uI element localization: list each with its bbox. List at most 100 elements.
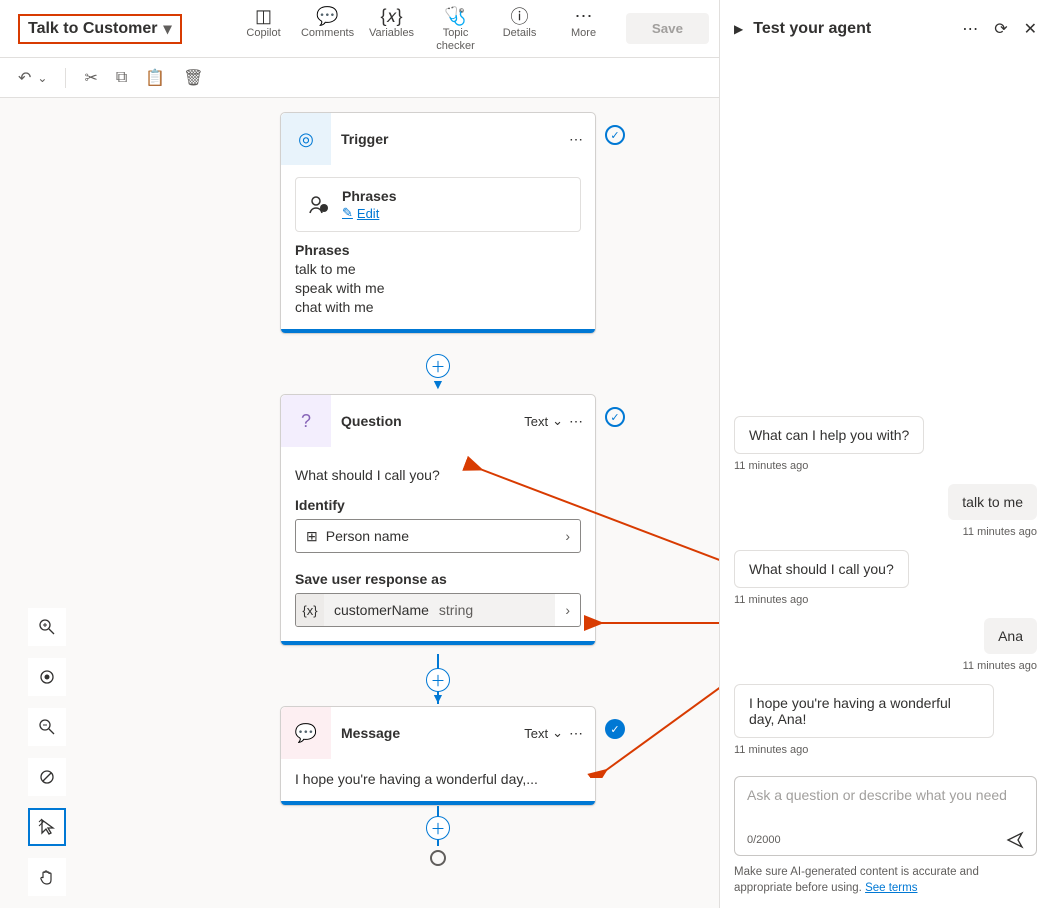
checkmark-filled-icon: ✓ (605, 719, 625, 739)
identify-picker[interactable]: ⊞ Person name › (295, 519, 581, 553)
timestamp: 11 minutes ago (734, 460, 808, 472)
topic-title: Talk to Customer (28, 20, 158, 38)
variable-type: string (439, 602, 473, 618)
variables-label: Variables (369, 27, 414, 39)
collapse-panel-button[interactable]: ▶ (734, 22, 743, 36)
more-label: More (571, 27, 596, 39)
comments-label: Comments (301, 27, 354, 39)
phrases-card: Phrases ✎Edit (295, 177, 581, 232)
user-message: talk to me (948, 484, 1037, 520)
comment-icon: 💬 (316, 5, 338, 27)
node-menu-button[interactable]: ⋯ (569, 725, 583, 742)
chevron-down-icon: ⌄ (552, 725, 563, 741)
phrases-heading: Phrases (295, 242, 581, 258)
question-icon: ? (281, 395, 331, 447)
bot-message: What should I call you? (734, 550, 909, 588)
save-as-label: Save user response as (295, 571, 581, 587)
comments-button[interactable]: 💬 Comments (306, 5, 350, 51)
canvas[interactable]: ◎ Trigger ⋯ Phrases ✎Edit Phrases (0, 98, 719, 908)
entity-icon: ⊞ (306, 528, 318, 545)
chat-icon: 💬 (281, 707, 331, 759)
details-button[interactable]: ⓘ Details (498, 5, 542, 51)
more-icon[interactable]: ⋯ (962, 19, 978, 39)
phrase-item: speak with me (295, 280, 581, 296)
pencil-icon: ✎ (342, 205, 353, 221)
topic-checker-button[interactable]: 🩺 Topicchecker (434, 5, 478, 51)
test-panel: ▶ Test your agent ⋯ ⟳ ✕ What can I help … (720, 0, 1051, 908)
user-message: Ana (984, 618, 1037, 654)
person-speech-icon (308, 194, 330, 216)
undo-button[interactable]: ↶ (18, 68, 31, 88)
separator (65, 68, 66, 88)
type-select[interactable]: Text⌄ (524, 725, 563, 741)
checkmark-icon: ✓ (605, 407, 625, 427)
action-bar: ↶ ⌄ ✂ ⧉ 📋 🗑 (0, 58, 719, 98)
bot-message: I hope you're having a wonderful day, An… (734, 684, 994, 738)
add-node-button[interactable]: ＋ (426, 354, 450, 378)
paste-button[interactable]: 📋 (145, 68, 165, 88)
close-icon[interactable]: ✕ (1024, 19, 1037, 39)
selection-tool-button[interactable] (28, 808, 66, 846)
reset-view-button[interactable] (28, 758, 66, 796)
phrase-item: chat with me (295, 299, 581, 315)
question-node[interactable]: ? Question Text⌄ ⋯ What should I call yo… (280, 394, 596, 646)
test-panel-title: Test your agent (753, 20, 946, 38)
more-button[interactable]: ⋯ More (562, 5, 606, 51)
info-icon: ⓘ (511, 5, 529, 27)
add-node-button[interactable]: ＋ (426, 816, 450, 840)
pan-tool-button[interactable] (28, 858, 66, 896)
cut-button[interactable]: ✂ (84, 68, 97, 88)
save-button[interactable]: Save (626, 13, 709, 44)
arrow-down-icon: ▼ (431, 376, 445, 392)
toolbar-group: ◫ Copilot 💬 Comments {𝑥} Variables 🩺 Top… (242, 5, 606, 51)
message-node[interactable]: 💬 Message Text⌄ ⋯ I hope you're having a… (280, 706, 596, 806)
chevron-down-icon: ▾ (164, 19, 172, 39)
lightbulb-icon: ◎ (281, 113, 331, 165)
topbar: Talk to Customer ▾ ◫ Copilot 💬 Comments … (0, 0, 719, 58)
topic-title-dropdown[interactable]: Talk to Customer ▾ (18, 14, 182, 44)
see-terms-link[interactable]: See terms (865, 882, 917, 894)
timestamp: 11 minutes ago (734, 744, 808, 756)
variable-picker[interactable]: {x} customerName string › (295, 593, 581, 627)
details-label: Details (503, 27, 537, 39)
undo-chevron-icon[interactable]: ⌄ (37, 71, 47, 85)
timestamp: 11 minutes ago (963, 526, 1037, 538)
chevron-down-icon: ⌄ (552, 413, 563, 429)
zoom-out-button[interactable] (28, 708, 66, 746)
node-menu-button[interactable]: ⋯ (569, 131, 583, 148)
delete-button[interactable]: 🗑 (183, 68, 203, 88)
send-button[interactable] (1006, 831, 1024, 849)
message-title: Message (341, 725, 524, 741)
char-counter: 0/2000 (747, 834, 781, 846)
copy-button[interactable]: ⧉ (116, 69, 127, 87)
refresh-icon[interactable]: ⟳ (994, 19, 1007, 39)
trigger-title: Trigger (341, 131, 569, 147)
fit-button[interactable] (28, 658, 66, 696)
copilot-icon: ◫ (255, 5, 272, 27)
chevron-right-icon: › (555, 602, 580, 618)
trigger-node[interactable]: ◎ Trigger ⋯ Phrases ✎Edit Phrases (280, 112, 596, 334)
variable-name: customerName (334, 602, 429, 618)
chevron-right-icon: › (565, 528, 570, 544)
variables-button[interactable]: {𝑥} Variables (370, 5, 414, 51)
copilot-button[interactable]: ◫ Copilot (242, 5, 286, 51)
type-select[interactable]: Text⌄ (524, 413, 563, 429)
identify-label: Identify (295, 497, 581, 513)
edit-phrases-link[interactable]: ✎Edit (342, 205, 379, 221)
end-node (430, 850, 446, 866)
chat-input-placeholder: Ask a question or describe what you need (747, 787, 1024, 827)
variable-brace-icon: {x} (296, 594, 324, 626)
checkmark-icon: ✓ (605, 125, 625, 145)
zoom-in-button[interactable] (28, 608, 66, 646)
question-title: Question (341, 413, 524, 429)
question-prompt[interactable]: What should I call you? (295, 459, 581, 491)
message-text[interactable]: I hope you're having a wonderful day,... (295, 771, 581, 787)
chat-input[interactable]: Ask a question or describe what you need… (734, 776, 1037, 856)
arrow-down-icon: ▼ (431, 690, 445, 706)
stethoscope-icon: 🩺 (444, 5, 466, 27)
add-node-button[interactable]: ＋ (426, 668, 450, 692)
chat-area: What can I help you with? 11 minutes ago… (720, 58, 1051, 856)
node-menu-button[interactable]: ⋯ (569, 413, 583, 430)
test-panel-header: ▶ Test your agent ⋯ ⟳ ✕ (720, 0, 1051, 58)
phrases-label: Phrases (342, 188, 396, 204)
